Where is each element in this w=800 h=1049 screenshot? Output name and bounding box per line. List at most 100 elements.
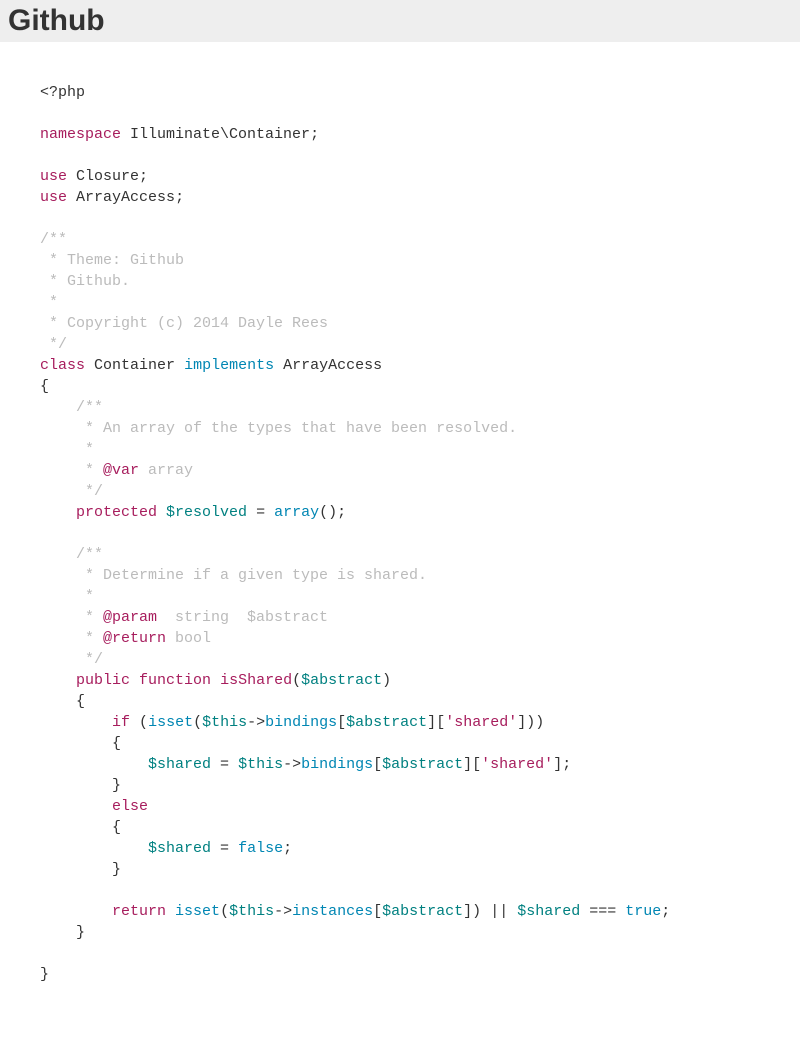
docblock-line: * Github. <box>40 273 130 290</box>
php-open-tag: <?php <box>40 84 85 101</box>
brace-close: } <box>112 777 121 794</box>
semi: ; <box>661 903 670 920</box>
rparen: ) <box>382 672 391 689</box>
str-shared: 'shared' <box>445 714 517 731</box>
docblock-line: * <box>40 462 103 479</box>
fn-isshared: isShared <box>220 672 292 689</box>
class-name: Container <box>94 357 175 374</box>
semi: ; <box>562 756 571 773</box>
brace-close: } <box>40 966 49 983</box>
kw-isset: isset <box>175 903 220 920</box>
prop-instances: instances <box>292 903 373 920</box>
docblock-line: /** <box>76 546 103 563</box>
kw-namespace: namespace <box>40 126 121 143</box>
lbrack: [ <box>436 714 445 731</box>
op-arrow: -> <box>283 756 301 773</box>
op-eq: = <box>247 504 274 521</box>
op-arrow: -> <box>247 714 265 731</box>
op-or: || <box>481 903 517 920</box>
var-abstract: $abstract <box>301 672 382 689</box>
rparen: ) <box>472 903 481 920</box>
lbrack: [ <box>373 756 382 773</box>
theme-header: Github <box>0 0 800 42</box>
rbrack: ] <box>517 714 526 731</box>
var-shared: $shared <box>148 840 211 857</box>
var-resolved: $resolved <box>166 504 247 521</box>
kw-function: function <box>139 672 211 689</box>
kw-protected: protected <box>76 504 157 521</box>
kw-false: false <box>238 840 283 857</box>
brace-open: { <box>112 819 121 836</box>
var-this: $this <box>238 756 283 773</box>
doctag-return: @return <box>103 630 166 647</box>
rbrack: ] <box>553 756 562 773</box>
lbrack: [ <box>373 903 382 920</box>
semi: ; <box>139 168 148 185</box>
op-teq: === <box>580 903 625 920</box>
lparen: ( <box>220 903 229 920</box>
docblock-line: * An array of the types that have been r… <box>40 420 517 437</box>
semi: ; <box>175 189 184 206</box>
use-arrayaccess: ArrayAccess <box>76 189 175 206</box>
kw-public: public <box>76 672 130 689</box>
brace-open: { <box>40 378 49 395</box>
op-arrow: -> <box>274 903 292 920</box>
use-closure: Closure <box>76 168 139 185</box>
var-abstract: $abstract <box>382 903 463 920</box>
semi: ; <box>283 840 292 857</box>
docblock-line: * Copyright (c) 2014 Dayle Rees <box>40 315 328 332</box>
docblock-line: * Theme: Github <box>40 252 184 269</box>
code-block: <?php namespace Illuminate\Container; us… <box>0 42 800 1025</box>
brace-open: { <box>112 735 121 752</box>
docblock-line: * <box>40 630 103 647</box>
var-shared: $shared <box>517 903 580 920</box>
op-eq: = <box>211 756 238 773</box>
str-shared: 'shared' <box>481 756 553 773</box>
brace-close: } <box>76 924 85 941</box>
doctag-param: @param <box>103 609 157 626</box>
rbrack: ] <box>463 756 472 773</box>
prop-bindings: bindings <box>265 714 337 731</box>
kw-use: use <box>40 168 67 185</box>
rparen: ) <box>526 714 535 731</box>
lbrack: [ <box>337 714 346 731</box>
semi: ; <box>337 504 346 521</box>
docblock-line: /** <box>76 399 103 416</box>
docblock-line: * <box>40 294 58 311</box>
docblock-line: /** <box>40 231 67 248</box>
docblock-line: * <box>40 609 103 626</box>
kw-implements: implements <box>184 357 274 374</box>
kw-array: array <box>274 504 319 521</box>
lparen: ( <box>193 714 202 731</box>
semi: ; <box>310 126 319 143</box>
brace-close: } <box>112 861 121 878</box>
kw-else: else <box>112 798 148 815</box>
kw-return: return <box>112 903 166 920</box>
var-abstract: $abstract <box>346 714 427 731</box>
rbrack: ] <box>427 714 436 731</box>
var-abstract: $abstract <box>382 756 463 773</box>
docblock-line: * <box>40 441 94 458</box>
brace-open: { <box>76 693 85 710</box>
var-shared: $shared <box>148 756 211 773</box>
var-this: $this <box>202 714 247 731</box>
lparen: ( <box>292 672 301 689</box>
doctype-array: array <box>139 462 193 479</box>
parens: () <box>319 504 337 521</box>
docblock-line: */ <box>40 483 103 500</box>
docblock-line: */ <box>40 651 103 668</box>
lbrack: [ <box>472 756 481 773</box>
rbrack: ] <box>463 903 472 920</box>
namespace-path: Illuminate\Container <box>130 126 310 143</box>
kw-if: if <box>112 714 130 731</box>
docblock-line: */ <box>40 336 67 353</box>
docblock-line: * Determine if a given type is shared. <box>40 567 427 584</box>
theme-title: Github <box>8 4 792 38</box>
lparen: ( <box>139 714 148 731</box>
prop-bindings: bindings <box>301 756 373 773</box>
rparen: ) <box>535 714 544 731</box>
kw-class: class <box>40 357 85 374</box>
doctype-bool: bool <box>166 630 211 647</box>
doctag-var: @var <box>103 462 139 479</box>
var-this: $this <box>229 903 274 920</box>
